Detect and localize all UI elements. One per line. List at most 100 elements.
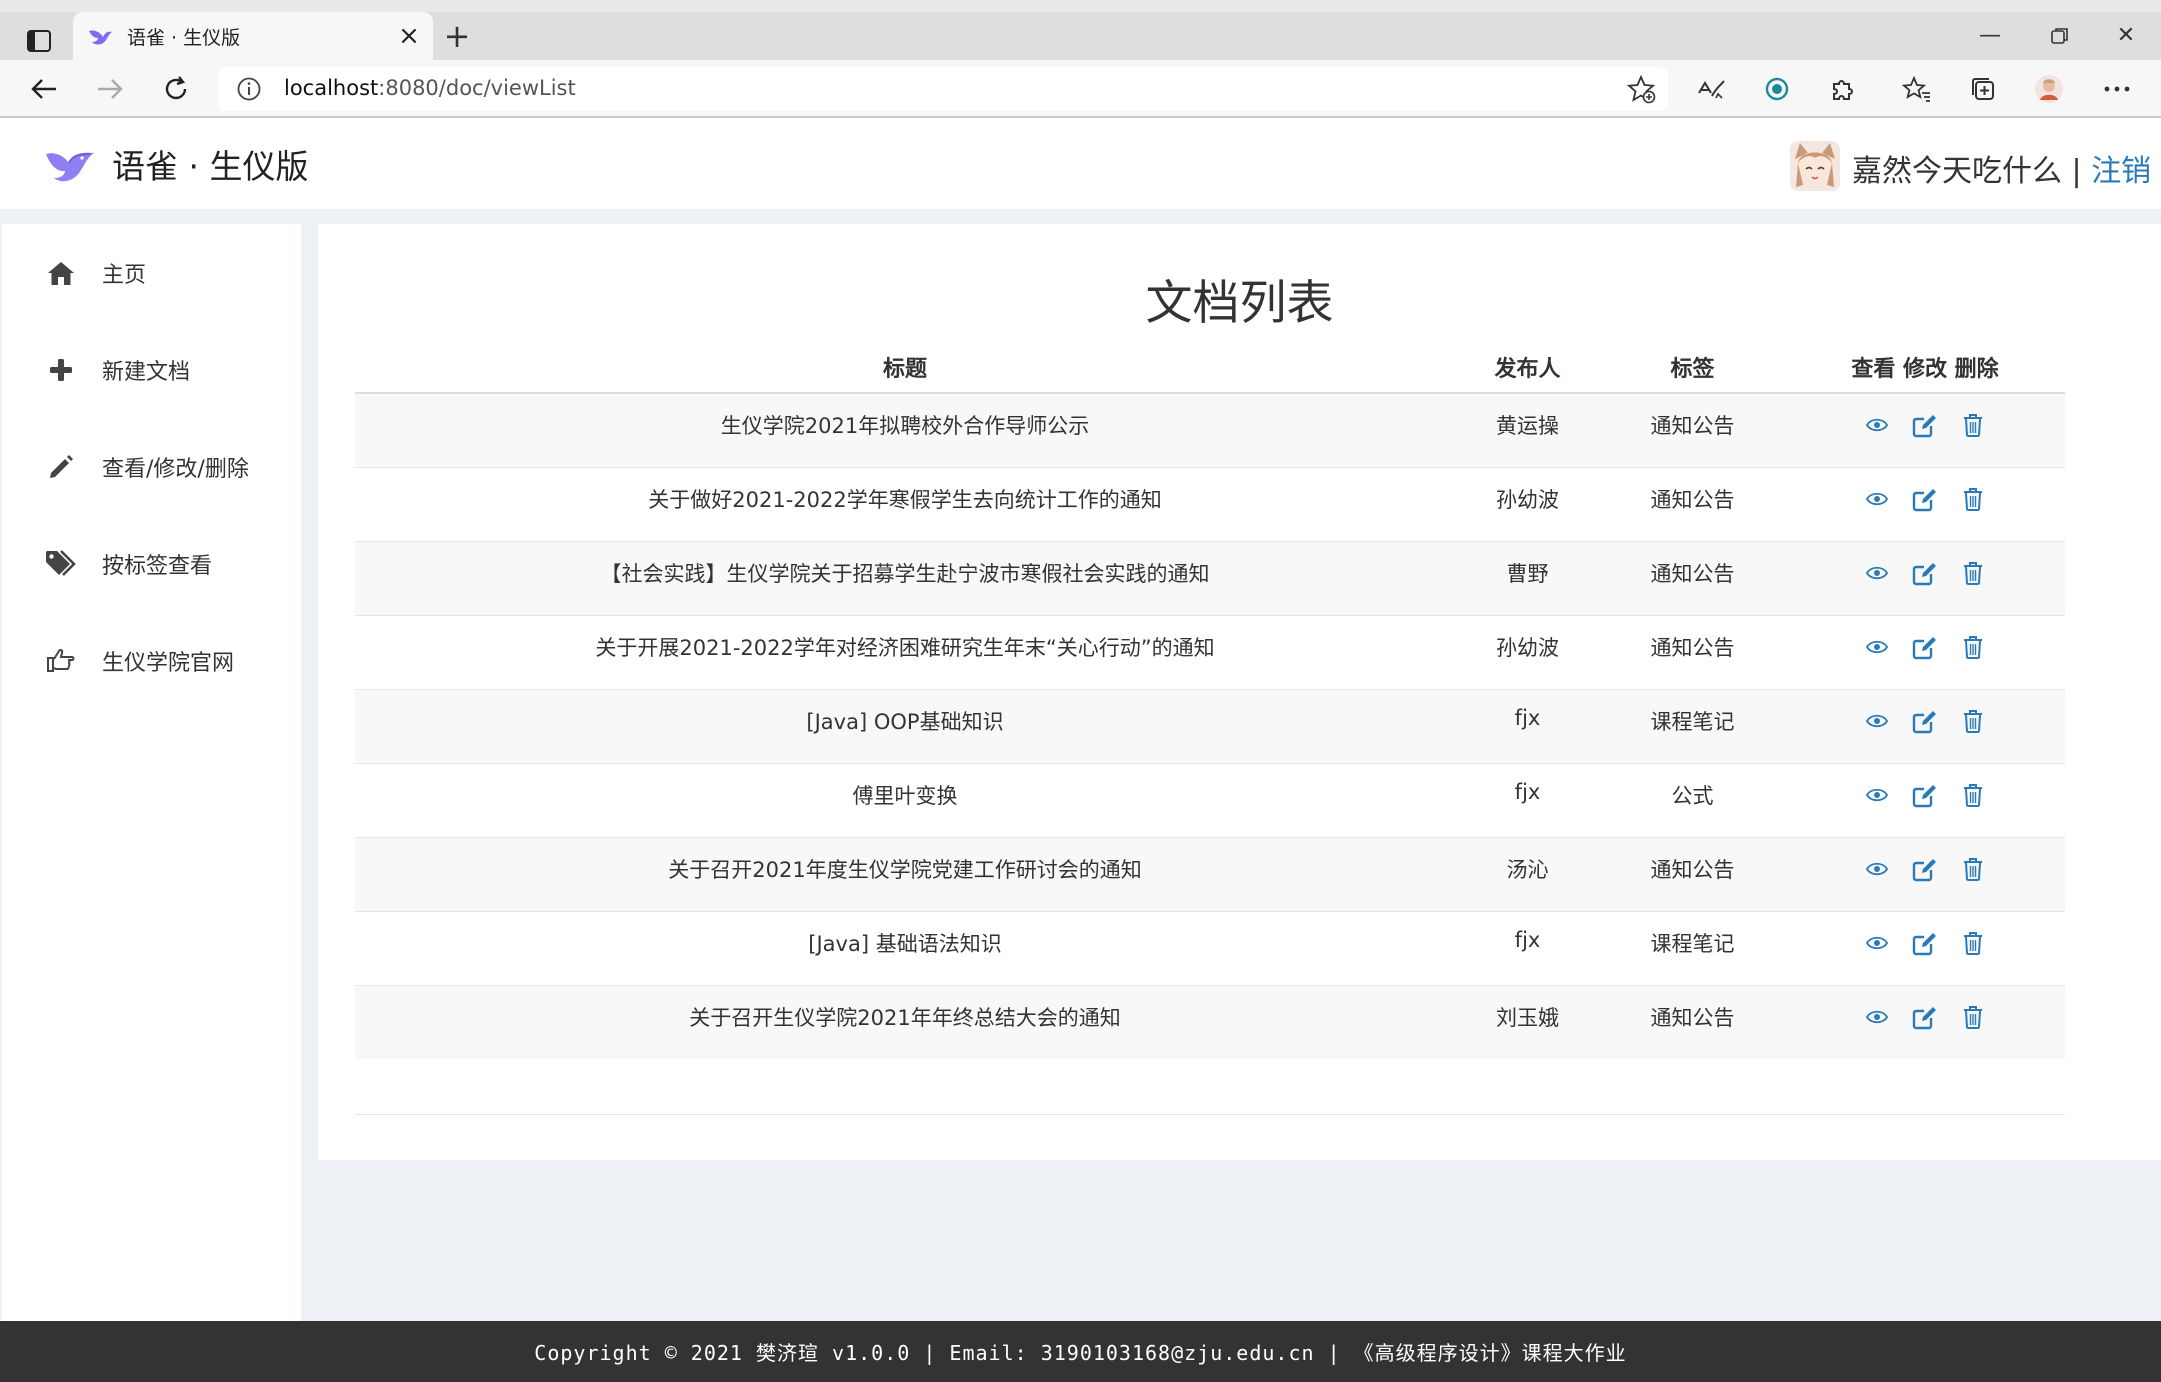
read-aloud-icon[interactable] <box>1694 72 1728 106</box>
doc-actions-cell <box>1785 614 2065 689</box>
view-eye-icon[interactable] <box>1862 484 1892 514</box>
user-info: 嘉然今天吃什么 | 注销 <box>1852 146 2151 190</box>
delete-trash-icon[interactable] <box>1958 928 1988 958</box>
doc-actions-cell <box>1785 392 2065 467</box>
row-actions <box>1786 854 2064 884</box>
view-eye-icon[interactable] <box>1862 928 1892 958</box>
home-icon <box>44 256 78 290</box>
delete-trash-icon[interactable] <box>1958 706 1988 736</box>
tab-actions-icon[interactable] <box>22 24 56 58</box>
edit-icon[interactable] <box>1910 780 1940 810</box>
doc-actions-cell <box>1785 836 2065 911</box>
doc-title-cell: 关于召开生仪学院2021年年终总结大会的通知 <box>355 984 1455 1059</box>
doc-author-cell: 孙幼波 <box>1455 614 1600 689</box>
delete-trash-icon[interactable] <box>1958 1002 1988 1032</box>
browser-tab-bar: 语雀 · 生仪版 × + — ✕ <box>0 0 2161 60</box>
edit-icon[interactable] <box>1910 1002 1940 1032</box>
doc-author-cell: 曹野 <box>1455 540 1600 615</box>
hand-pointer-icon <box>44 644 78 678</box>
sidebar-item-label: 新建文档 <box>102 360 191 385</box>
table-row: 生仪学院2021年拟聘校外合作导师公示 黄运操 通知公告 <box>355 392 2065 467</box>
delete-trash-icon[interactable] <box>1958 780 1988 810</box>
tab-title: 语雀 · 生仪版 <box>127 27 241 49</box>
reload-icon[interactable] <box>158 71 194 107</box>
sidebar-item-new-doc[interactable]: 新建文档 <box>44 350 190 390</box>
new-tab-icon[interactable]: + <box>440 20 474 54</box>
edit-icon[interactable] <box>1910 410 1940 440</box>
table-row: 关于召开2021年度生仪学院党建工作研讨会的通知 汤沁 通知公告 <box>355 836 2065 911</box>
view-eye-icon[interactable] <box>1862 780 1892 810</box>
favorites-icon[interactable] <box>1900 72 1934 106</box>
view-eye-icon[interactable] <box>1862 632 1892 662</box>
profile-avatar-icon[interactable] <box>2032 72 2066 106</box>
doc-tag-cell: 通知公告 <box>1600 540 1785 615</box>
restore-icon[interactable] <box>2040 20 2080 52</box>
sidebar-item-tags[interactable]: 按标签查看 <box>44 544 212 584</box>
extension-record-icon[interactable] <box>1760 72 1794 106</box>
table-row: 关于开展2021-2022学年对经济困难研究生年末“关心行动”的通知 孙幼波 通知公… <box>355 614 2065 689</box>
forward-icon[interactable] <box>92 71 128 107</box>
doc-actions-cell <box>1785 466 2065 541</box>
more-menu-icon[interactable] <box>2100 72 2134 106</box>
sidebar-item-home[interactable]: 主页 <box>44 253 146 293</box>
edit-icon[interactable] <box>1910 484 1940 514</box>
page-title: 文档列表 <box>1145 276 1334 331</box>
row-actions <box>1786 706 2064 736</box>
column-header-actions: 查看 修改 删除 <box>1785 342 2065 394</box>
doc-author-cell: fjx <box>1455 762 1600 837</box>
doc-title-cell: 生仪学院2021年拟聘校外合作导师公示 <box>355 392 1455 467</box>
close-window-icon[interactable]: ✕ <box>2106 20 2146 52</box>
site-info-icon[interactable] <box>236 76 262 102</box>
table-row: 【社会实践】生仪学院关于招募学生赴宁波市寒假社会实践的通知 曹野 通知公告 <box>355 540 2065 615</box>
doc-actions-cell <box>1785 984 2065 1059</box>
extensions-puzzle-icon[interactable] <box>1826 72 1860 106</box>
row-actions <box>1786 928 2064 958</box>
doc-tag-cell: 通知公告 <box>1600 984 1785 1059</box>
add-favorite-icon[interactable] <box>1626 74 1656 104</box>
collections-icon[interactable] <box>1966 72 2000 106</box>
footer-text: Copyright © 2021 樊济瑄 v1.0.0 | Email: 319… <box>534 1341 1627 1365</box>
sidebar-item-manage[interactable]: 查看/修改/删除 <box>44 447 249 487</box>
table-body: 生仪学院2021年拟聘校外合作导师公示 黄运操 通知公告 关于做好2021-2022学… <box>355 392 2065 1059</box>
view-eye-icon[interactable] <box>1862 410 1892 440</box>
edit-icon[interactable] <box>1910 928 1940 958</box>
delete-trash-icon[interactable] <box>1958 484 1988 514</box>
logout-link[interactable]: 注销 <box>2091 154 2151 189</box>
sidebar-item-college-site[interactable]: 生仪学院官网 <box>44 641 234 681</box>
user-separator: | <box>2062 154 2092 189</box>
edit-icon[interactable] <box>1910 632 1940 662</box>
delete-trash-icon[interactable] <box>1958 854 1988 884</box>
tab-close-icon[interactable]: × <box>395 22 423 50</box>
address-bar[interactable]: localhost:8080/doc/viewList <box>218 67 1668 111</box>
minimize-icon[interactable]: — <box>1970 20 2010 52</box>
view-eye-icon[interactable] <box>1862 1002 1892 1032</box>
doc-author-cell: fjx <box>1455 910 1600 985</box>
view-eye-icon[interactable] <box>1862 558 1892 588</box>
delete-trash-icon[interactable] <box>1958 558 1988 588</box>
delete-trash-icon[interactable] <box>1958 632 1988 662</box>
main-content: 文档列表 标题 发布人 标签 查看 修改 删除 生仪学院2021年拟聘校外合作导… <box>318 224 2161 1160</box>
column-header-author: 发布人 <box>1455 342 1600 394</box>
yuque-bird-icon <box>89 30 112 45</box>
edit-icon[interactable] <box>1910 854 1940 884</box>
edit-icon[interactable] <box>1910 558 1940 588</box>
doc-tag-cell: 课程笔记 <box>1600 688 1785 763</box>
browser-toolbar: localhost:8080/doc/viewList <box>0 60 2161 118</box>
back-icon[interactable] <box>26 71 62 107</box>
view-eye-icon[interactable] <box>1862 706 1892 736</box>
doc-author-cell: 孙幼波 <box>1455 466 1600 541</box>
edit-icon[interactable] <box>1910 706 1940 736</box>
delete-trash-icon[interactable] <box>1958 410 1988 440</box>
doc-author-cell: 刘玉娥 <box>1455 984 1600 1059</box>
doc-title-cell: 关于开展2021-2022学年对经济困难研究生年末“关心行动”的通知 <box>355 614 1455 689</box>
browser-tab[interactable]: 语雀 · 生仪版 × <box>73 12 433 60</box>
doc-title-cell: 傅里叶变换 <box>355 762 1455 837</box>
plus-icon <box>44 353 78 387</box>
url-text[interactable]: localhost:8080/doc/viewList <box>284 76 576 100</box>
doc-tag-cell: 通知公告 <box>1600 614 1785 689</box>
user-name: 嘉然今天吃什么 <box>1852 154 2062 189</box>
doc-tag-cell: 通知公告 <box>1600 836 1785 911</box>
table-row: 关于召开生仪学院2021年年终总结大会的通知 刘玉娥 通知公告 <box>355 984 2065 1059</box>
view-eye-icon[interactable] <box>1862 854 1892 884</box>
doc-author-cell: 黄运操 <box>1455 392 1600 467</box>
